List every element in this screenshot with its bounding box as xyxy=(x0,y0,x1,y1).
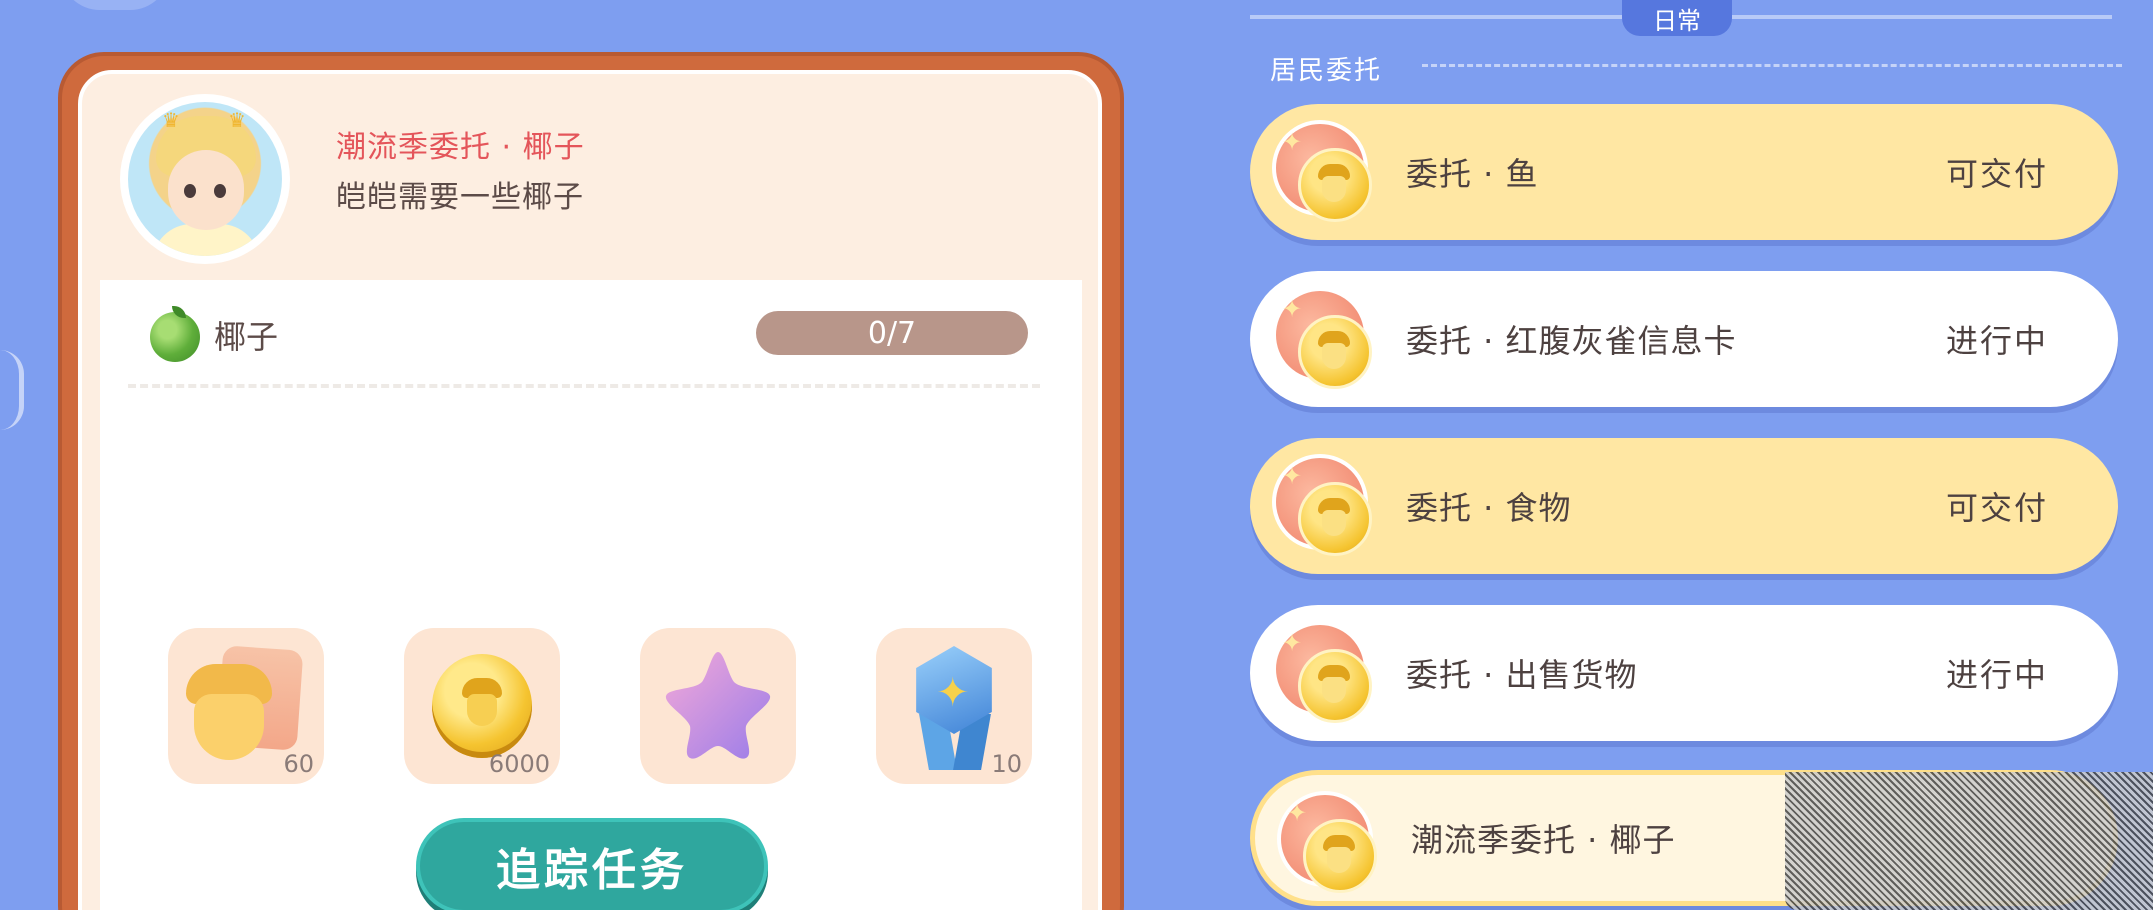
divider xyxy=(128,384,1040,388)
commission-coin-icon: ✦ xyxy=(1272,120,1376,224)
reward-slot-badge[interactable]: ✦ 10 xyxy=(876,628,1032,784)
blue-badge-icon: ✦ xyxy=(906,644,1002,774)
reward-slot-star[interactable] xyxy=(640,628,796,784)
quest-title: 潮流季委托 · 椰子 xyxy=(336,130,585,165)
quest-item[interactable]: ✦ 委托 · 红腹灰雀信息卡 进行中 xyxy=(1250,271,2118,407)
quest-name: 委托 · 出售货物 xyxy=(1406,656,1638,694)
progress-text: 0/7 xyxy=(867,315,917,351)
quest-status: 进行中 xyxy=(1945,656,2048,694)
quest-status: 可交付 xyxy=(1945,489,2048,527)
divider xyxy=(1422,64,2122,67)
quest-status: 可交付 xyxy=(1945,155,2048,193)
divider xyxy=(1250,15,1622,19)
quest-requirements-panel xyxy=(100,280,1082,910)
reward-count: 60 xyxy=(283,750,314,778)
quest-name: 委托 · 鱼 xyxy=(1406,155,1539,193)
quest-item[interactable]: ✦ 委托 · 鱼 可交付 xyxy=(1250,104,2118,240)
section-title: 居民委托 xyxy=(1270,56,1383,86)
commission-coin-icon: ✦ xyxy=(1272,287,1376,391)
reward-count: 10 xyxy=(991,750,1022,778)
quest-status: 进行中 xyxy=(1945,322,2048,360)
crown-icon: ♛ xyxy=(228,108,246,132)
purple-star-icon xyxy=(665,652,771,759)
quest-item[interactable]: ✦ 委托 · 出售货物 进行中 xyxy=(1250,605,2118,741)
coconut-icon xyxy=(150,306,200,362)
reward-slot-acorn-coin[interactable]: 6000 xyxy=(404,628,560,784)
track-quest-button[interactable]: 追踪任务 xyxy=(416,818,768,910)
quest-name: 委托 · 食物 xyxy=(1406,489,1572,527)
requirement-progress-bar: 0/7 xyxy=(756,311,1028,355)
commission-coin-icon: ✦ xyxy=(1272,621,1376,725)
quest-name: 委托 · 红腹灰雀信息卡 xyxy=(1406,322,1737,360)
quest-name: 潮流季委托 · 椰子 xyxy=(1411,821,1676,859)
npc-avatar: ♛ ♛ xyxy=(120,94,290,264)
divider xyxy=(1732,15,2112,19)
obscured-region xyxy=(1785,772,2153,910)
requirement-item-label: 椰子 xyxy=(214,318,279,356)
quest-item[interactable]: ✦ 委托 · 食物 可交付 xyxy=(1250,438,2118,574)
acorn-coin-icon xyxy=(432,654,532,758)
left-edge-handle xyxy=(0,350,24,430)
commission-coin-icon: ✦ xyxy=(1272,454,1376,558)
reward-count: 6000 xyxy=(488,750,550,778)
reward-slot-acorn-card[interactable]: 60 xyxy=(168,628,324,784)
acorn-card-icon xyxy=(186,645,306,760)
tab-daily[interactable]: 日常 xyxy=(1622,0,1732,36)
quest-description: 皑皑需要一些椰子 xyxy=(336,180,584,215)
commission-coin-icon: ✦ xyxy=(1277,791,1381,895)
crown-icon: ♛ xyxy=(162,108,180,132)
top-corner-button[interactable] xyxy=(60,0,170,10)
